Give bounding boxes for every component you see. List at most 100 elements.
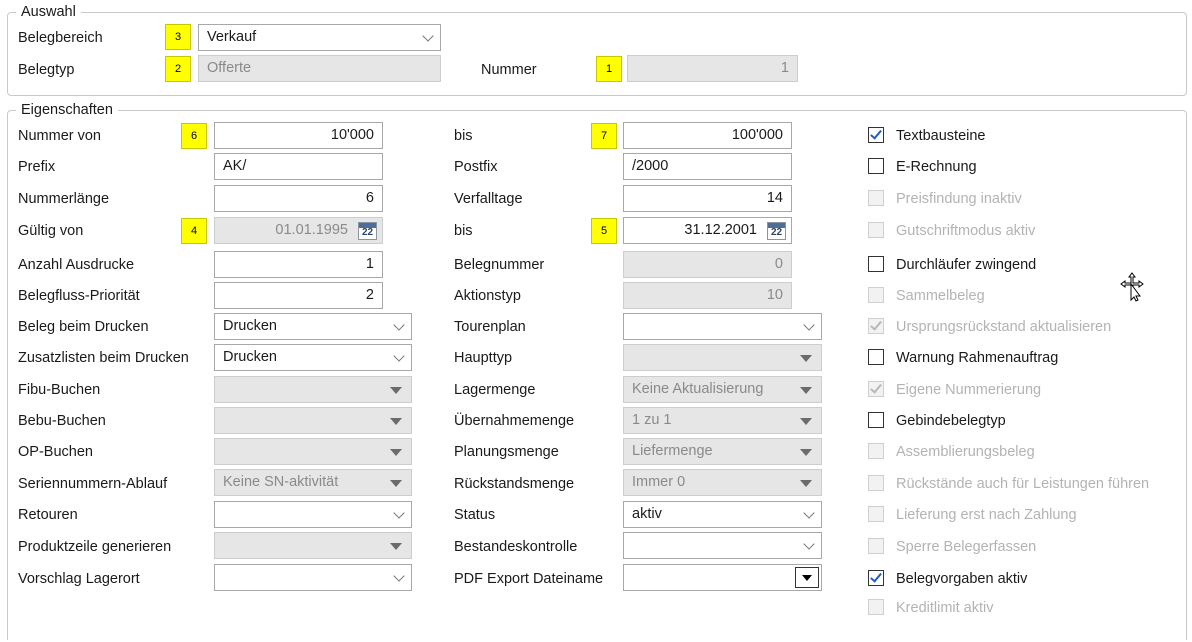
nummer-bis-input[interactable]: 100'000: [623, 122, 792, 149]
rueckstandsmenge-combobox[interactable]: Immer 0: [623, 469, 822, 496]
zusatzlisten-label: Zusatzlisten beim Drucken: [18, 350, 189, 366]
warnung-rahmenauftrag-checkbox[interactable]: [868, 349, 884, 365]
gueltig-bis-date[interactable]: 31.12.2001 22: [623, 217, 792, 244]
bebu-buchen-combobox[interactable]: [214, 407, 412, 434]
aktionstyp-field[interactable]: 10: [623, 282, 792, 309]
lieferung-nach-zahlung-label: Lieferung erst nach Zahlung: [896, 507, 1077, 523]
op-buchen-combobox[interactable]: [214, 438, 412, 465]
nummer-badge: 1: [596, 56, 622, 82]
gueltig-von-value: 01.01.1995: [275, 222, 348, 238]
dropdown-arrow-icon: [390, 387, 402, 394]
status-combobox[interactable]: aktiv: [623, 501, 822, 528]
rueckstaende-leistungen-checkbox[interactable]: [868, 475, 884, 491]
bestandeskontrolle-combobox[interactable]: [623, 532, 822, 559]
gueltig-von-date[interactable]: 01.01.1995 22: [214, 217, 383, 244]
postfix-input[interactable]: /2000: [623, 153, 792, 180]
produktzeile-combobox[interactable]: [214, 532, 412, 559]
preisfindung-checkbox[interactable]: [868, 190, 884, 206]
sammelbeleg-checkbox[interactable]: [868, 287, 884, 303]
chevron-down-icon: [393, 319, 405, 331]
sperre-belegerfassen-label: Sperre Belegerfassen: [896, 539, 1037, 555]
chevron-down-icon: [393, 350, 405, 362]
gebindebelegtyp-label: Gebindebelegtyp: [896, 413, 1006, 429]
produktzeile-label: Produktzeile generieren: [18, 539, 172, 555]
gueltig-bis-label: bis: [454, 223, 473, 239]
gutschriftmodus-label: Gutschriftmodus aktiv: [896, 223, 1036, 239]
fibu-buchen-combobox[interactable]: [214, 376, 412, 403]
belegbereich-value: Verkauf: [207, 29, 257, 45]
uebernahmemenge-combobox[interactable]: 1 zu 1: [623, 407, 822, 434]
tourenplan-combobox[interactable]: [623, 313, 822, 340]
chevron-down-icon: [803, 507, 815, 519]
seriennummern-ablauf-combobox[interactable]: Keine SN-aktivität: [214, 469, 412, 496]
textbausteine-label: Textbausteine: [896, 128, 986, 144]
kreditlimit-label: Kreditlimit aktiv: [896, 600, 994, 616]
belegvorgaben-checkbox[interactable]: [868, 570, 884, 586]
aktionstyp-label: Aktionstyp: [454, 288, 521, 304]
pdf-export-combobox[interactable]: [623, 564, 822, 591]
fibu-buchen-label: Fibu-Buchen: [18, 382, 101, 398]
bestandeskontrolle-label: Bestandeskontrolle: [454, 539, 578, 555]
nummerlaenge-input[interactable]: 6: [214, 185, 383, 212]
status-value: aktiv: [632, 506, 662, 522]
retouren-combobox[interactable]: [214, 501, 412, 528]
dropdown-button[interactable]: [795, 567, 819, 588]
anzahl-ausdrucke-label: Anzahl Ausdrucke: [18, 257, 135, 273]
durchlaeufer-checkbox[interactable]: [868, 256, 884, 272]
anzahl-ausdrucke-input[interactable]: 1: [214, 251, 383, 278]
planungsmenge-combobox[interactable]: Liefermenge: [623, 438, 822, 465]
verfalltage-input[interactable]: 14: [623, 185, 792, 212]
rueckstaende-leistungen-label: Rückstände auch für Leistungen führen: [896, 476, 1150, 492]
dropdown-arrow-icon: [390, 449, 402, 456]
dropdown-arrow-icon: [800, 418, 812, 425]
assemblierungsbeleg-label: Assemblierungsbeleg: [896, 444, 1035, 460]
nummer-von-input[interactable]: 10'000: [214, 122, 383, 149]
gebindebelegtyp-checkbox[interactable]: [868, 412, 884, 428]
ursprungsrueckstand-checkbox[interactable]: [868, 318, 884, 334]
lieferung-nach-zahlung-checkbox[interactable]: [868, 506, 884, 522]
textbausteine-checkbox[interactable]: [868, 127, 884, 143]
belegbereich-combobox[interactable]: Verkauf: [198, 24, 441, 51]
prefix-input[interactable]: AK/: [214, 153, 383, 180]
gueltig-bis-value: 31.12.2001: [684, 222, 757, 238]
calendar-icon[interactable]: 22: [767, 222, 786, 240]
gueltig-von-badge: 4: [181, 218, 207, 244]
lagermenge-combobox[interactable]: Keine Aktualisierung: [623, 376, 822, 403]
sperre-belegerfassen-checkbox[interactable]: [868, 538, 884, 554]
nummer-field[interactable]: 1: [627, 55, 798, 82]
warnung-rahmenauftrag-label: Warnung Rahmenauftrag: [896, 350, 1059, 366]
zusatzlisten-value: Drucken: [223, 349, 277, 365]
beleg-beim-drucken-value: Drucken: [223, 318, 277, 334]
eigene-nummerierung-checkbox[interactable]: [868, 381, 884, 397]
tourenplan-label: Tourenplan: [454, 319, 526, 335]
zusatzlisten-combobox[interactable]: Drucken: [214, 344, 412, 371]
eigene-nummerierung-label: Eigene Nummerierung: [896, 382, 1042, 398]
vorschlag-lagerort-combobox[interactable]: [214, 564, 412, 591]
calendar-icon[interactable]: 22: [358, 222, 377, 240]
dropdown-arrow-icon: [390, 480, 402, 487]
belegtyp-field[interactable]: Offerte: [198, 55, 441, 82]
assemblierungsbeleg-checkbox[interactable]: [868, 443, 884, 459]
planungsmenge-value: Liefermenge: [632, 443, 713, 459]
beleg-beim-drucken-combobox[interactable]: Drucken: [214, 313, 412, 340]
pdf-export-label: PDF Export Dateiname: [454, 571, 604, 587]
e-rechnung-checkbox[interactable]: [868, 158, 884, 174]
rueckstandsmenge-label: Rückstandsmenge: [454, 476, 575, 492]
dropdown-arrow-icon: [390, 543, 402, 550]
haupttyp-combobox[interactable]: [623, 344, 822, 371]
nummerlaenge-label: Nummerlänge: [18, 191, 110, 207]
uebernahmemenge-value: 1 zu 1: [632, 412, 672, 428]
nummer-von-label: Nummer von: [18, 128, 101, 144]
gutschriftmodus-checkbox[interactable]: [868, 222, 884, 238]
dropdown-arrow-icon: [390, 418, 402, 425]
nummer-bis-badge: 7: [591, 123, 617, 149]
kreditlimit-checkbox[interactable]: [868, 599, 884, 615]
belegnummer-field[interactable]: 0: [623, 251, 792, 278]
e-rechnung-label: E-Rechnung: [896, 159, 977, 175]
auswahl-legend: Auswahl: [16, 4, 81, 20]
belegfluss-prioritaet-input[interactable]: 2: [214, 282, 383, 309]
eigenschaften-legend: Eigenschaften: [16, 102, 118, 118]
belegbereich-label: Belegbereich: [18, 30, 103, 46]
chevron-down-icon: [803, 319, 815, 331]
status-label: Status: [454, 507, 496, 523]
